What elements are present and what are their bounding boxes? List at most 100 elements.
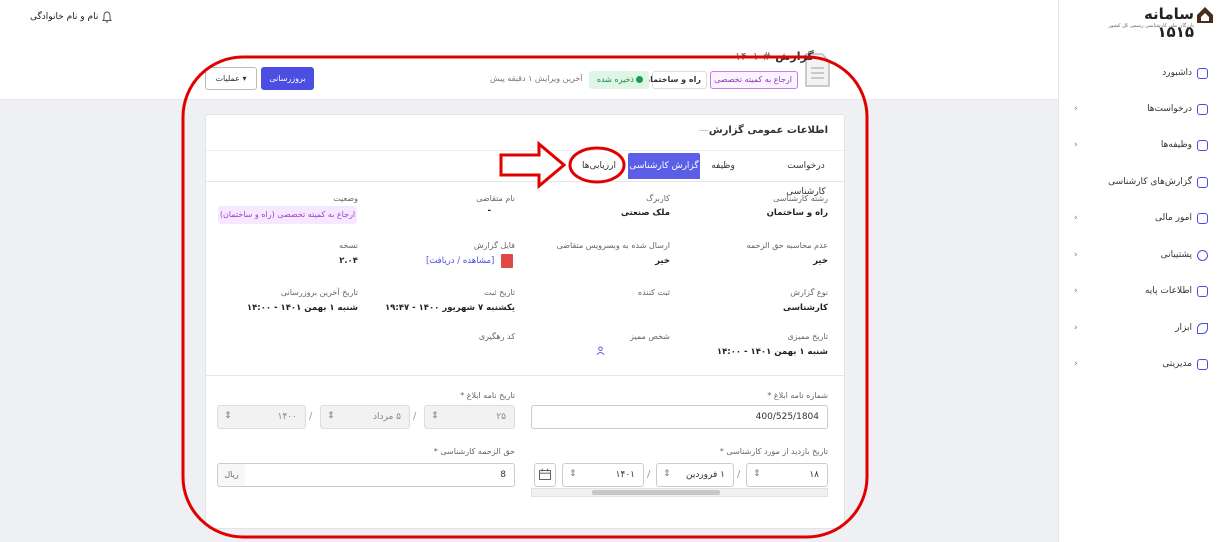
report-header (0, 38, 1058, 100)
stepper-icon: ⇕ (224, 411, 232, 421)
notice-day-select[interactable]: ۲۵ ⇕ (424, 405, 515, 429)
register-date-value: یکشنبه ۷ شهریور ۱۴۰۰ - ۱۹:۴۷ (384, 303, 515, 313)
chevron-left-icon: ‹ (1074, 213, 1078, 223)
auditor-label: شخص ممیز (630, 332, 670, 341)
field-expert-label: رشته کارشناسی (773, 194, 828, 203)
fee-value: 8 (500, 470, 506, 480)
bank-icon (1197, 213, 1208, 224)
logo[interactable]: سامانه ۱۵۱۵ بازرگان ملی کارشناسی رسمی کل… (1108, 5, 1214, 41)
notice-year-select[interactable]: ۱۴۰۰ ⇕ (217, 405, 306, 429)
chevron-left-icon: ‹ (1074, 140, 1078, 150)
audit-date-value: شنبه ۱ بهمن ۱۴۰۱ - ۱۴:۰۰ (716, 347, 828, 357)
scrollbar-thumb[interactable] (592, 490, 720, 495)
report-type-label: نوع گزارش (790, 288, 828, 297)
tab-expert-report[interactable]: گزارش کارشناسی (628, 153, 700, 179)
report-icon (1197, 177, 1208, 188)
tab-evaluations[interactable]: ارزیابی‌ها (574, 153, 624, 179)
card-title-text: اطلاعات عمومی گزارش (708, 125, 828, 136)
fee-calc-value: خیر (813, 256, 828, 266)
monitor-icon (1197, 359, 1208, 370)
sidebar-item-support[interactable]: پشتیبانی ‹ (1070, 247, 1210, 267)
report-type-value: کارشناسی (782, 303, 828, 313)
status-badge: ارجاع به کمیته تخصصی (راه و ساختمان) (218, 206, 357, 224)
sidebar-item-tools[interactable]: ابزار ‹ (1070, 320, 1210, 340)
visit-month-select[interactable]: ۱ فروردین ⇕ (656, 463, 734, 487)
update-button[interactable]: بروزرسانی (261, 67, 314, 90)
calendar-button[interactable] (534, 463, 556, 487)
notice-month-select[interactable]: ۵ مرداد ⇕ (320, 405, 410, 429)
sidebar-item-label: وظیفه‌ها (1160, 140, 1192, 150)
chevron-left-icon: ‹ (1074, 323, 1078, 333)
visit-day-select[interactable]: ۱۸ ⇕ (746, 463, 828, 487)
pdf-icon (501, 254, 513, 268)
sidebar-item-dashboard[interactable]: داشبورد (1070, 65, 1210, 85)
section-divider (206, 375, 844, 376)
report-title-text: گزارش (775, 50, 814, 63)
last-update-label: تاریخ آخرین بروزرسانی (280, 288, 358, 297)
webservice-value: خیر (655, 256, 670, 266)
horizontal-scrollbar[interactable] (531, 488, 828, 497)
sidebar-item-base-info[interactable]: اطلاعات پایه ‹ (1070, 283, 1210, 303)
sidebar-item-requests[interactable]: درخواست‌ها ‹ (1070, 101, 1210, 121)
field-expert-value: راه و ساختمان (766, 208, 828, 218)
register-date-label: تاریخ ثبت (484, 288, 515, 297)
saved-badge: ذخیره شده (589, 71, 649, 89)
tab-task[interactable]: وظیفه (706, 153, 740, 179)
usage-value: ملک صنعتی (621, 208, 670, 218)
chevron-left-icon: ‹ (1074, 286, 1078, 296)
stepper-icon: ⇕ (753, 469, 761, 479)
top-bar: نام و نام خانوادگی (0, 0, 1058, 38)
version-label: نسخه (339, 241, 358, 250)
tracking-code-label: کد رهگیری (478, 332, 515, 341)
home-icon (1197, 68, 1208, 79)
visit-year-value: ۱۴۰۱ (615, 470, 635, 480)
referral-badge: ارجاع به کمیته تخصصی (710, 71, 798, 89)
saved-badge-label: ذخیره شده (596, 75, 634, 84)
visit-year-select[interactable]: ۱۴۰۱ ⇕ (562, 463, 644, 487)
card-title: اطلاعات عمومی گزارش— (688, 125, 828, 136)
fee-input[interactable]: 8 (244, 463, 515, 487)
notice-day-value: ۲۵ (496, 412, 506, 422)
logo-subtitle: بازرگان ملی کارشناسی رسمی کل کشور (1108, 23, 1194, 29)
saved-dot-icon (636, 76, 643, 83)
database-icon (1197, 286, 1208, 297)
report-file-link[interactable]: [مشاهده / دریافت] (426, 256, 494, 266)
sidebar-item-label: داشبورد (1162, 68, 1192, 78)
divider (206, 150, 844, 151)
applicant-label: نام متقاضی (476, 194, 515, 203)
operations-button[interactable]: عملیات ▾ (205, 67, 257, 90)
chevron-left-icon: ‹ (1074, 250, 1078, 260)
support-icon (1197, 250, 1208, 261)
stepper-icon: ⇕ (327, 411, 335, 421)
audit-date-label: تاریخ ممیزی (787, 332, 828, 341)
last-update-value: شنبه ۱ بهمن ۱۴۰۱ - ۱۴:۰۰ (246, 303, 358, 313)
tab-expert-request[interactable]: درخواست کارشناسی (776, 153, 836, 197)
report-title: گزارش # ۱۴۰۱ (735, 50, 814, 63)
sidebar-item-tasks[interactable]: وظیفه‌ها ‹ (1070, 137, 1210, 157)
last-edit-text: آخرین ویرایش ۱ دقیقه پیش (490, 74, 583, 83)
sidebar-item-label: اطلاعات پایه (1144, 286, 1192, 296)
date-separator: / (309, 411, 313, 422)
user-name[interactable]: نام و نام خانوادگی (30, 12, 98, 22)
calendar-icon (539, 468, 551, 480)
sidebar-item-expert-reports[interactable]: گزارش‌های کارشناسی (1070, 174, 1210, 194)
user-icon[interactable] (596, 346, 605, 355)
wrench-icon (1197, 323, 1208, 334)
title-dash: — (698, 125, 709, 136)
sidebar-item-finance[interactable]: امور مالی ‹ (1070, 210, 1210, 230)
category-badge: راه و ساختمان (643, 71, 707, 89)
chevron-left-icon: ‹ (1074, 104, 1078, 114)
sidebar-item-management[interactable]: مدیریتی ‹ (1070, 356, 1210, 376)
tabs-divider (206, 181, 844, 182)
currency-unit: ریال (217, 463, 245, 487)
status-label: وضعیت (333, 194, 358, 203)
notice-number-input[interactable]: 400/525/1804 (531, 405, 828, 429)
notice-month-value: ۵ مرداد (372, 412, 401, 422)
stepper-icon: ⇕ (663, 469, 671, 479)
bell-icon[interactable] (100, 10, 114, 24)
report-number: # ۱۴۰۱ (735, 50, 772, 63)
date-separator: / (413, 411, 417, 422)
notice-number-label: شماره نامه ابلاغ * (767, 391, 828, 400)
visit-month-value: ۱ فروردین (685, 470, 725, 480)
notice-date-label: تاریخ نامه ابلاغ * (460, 391, 515, 400)
